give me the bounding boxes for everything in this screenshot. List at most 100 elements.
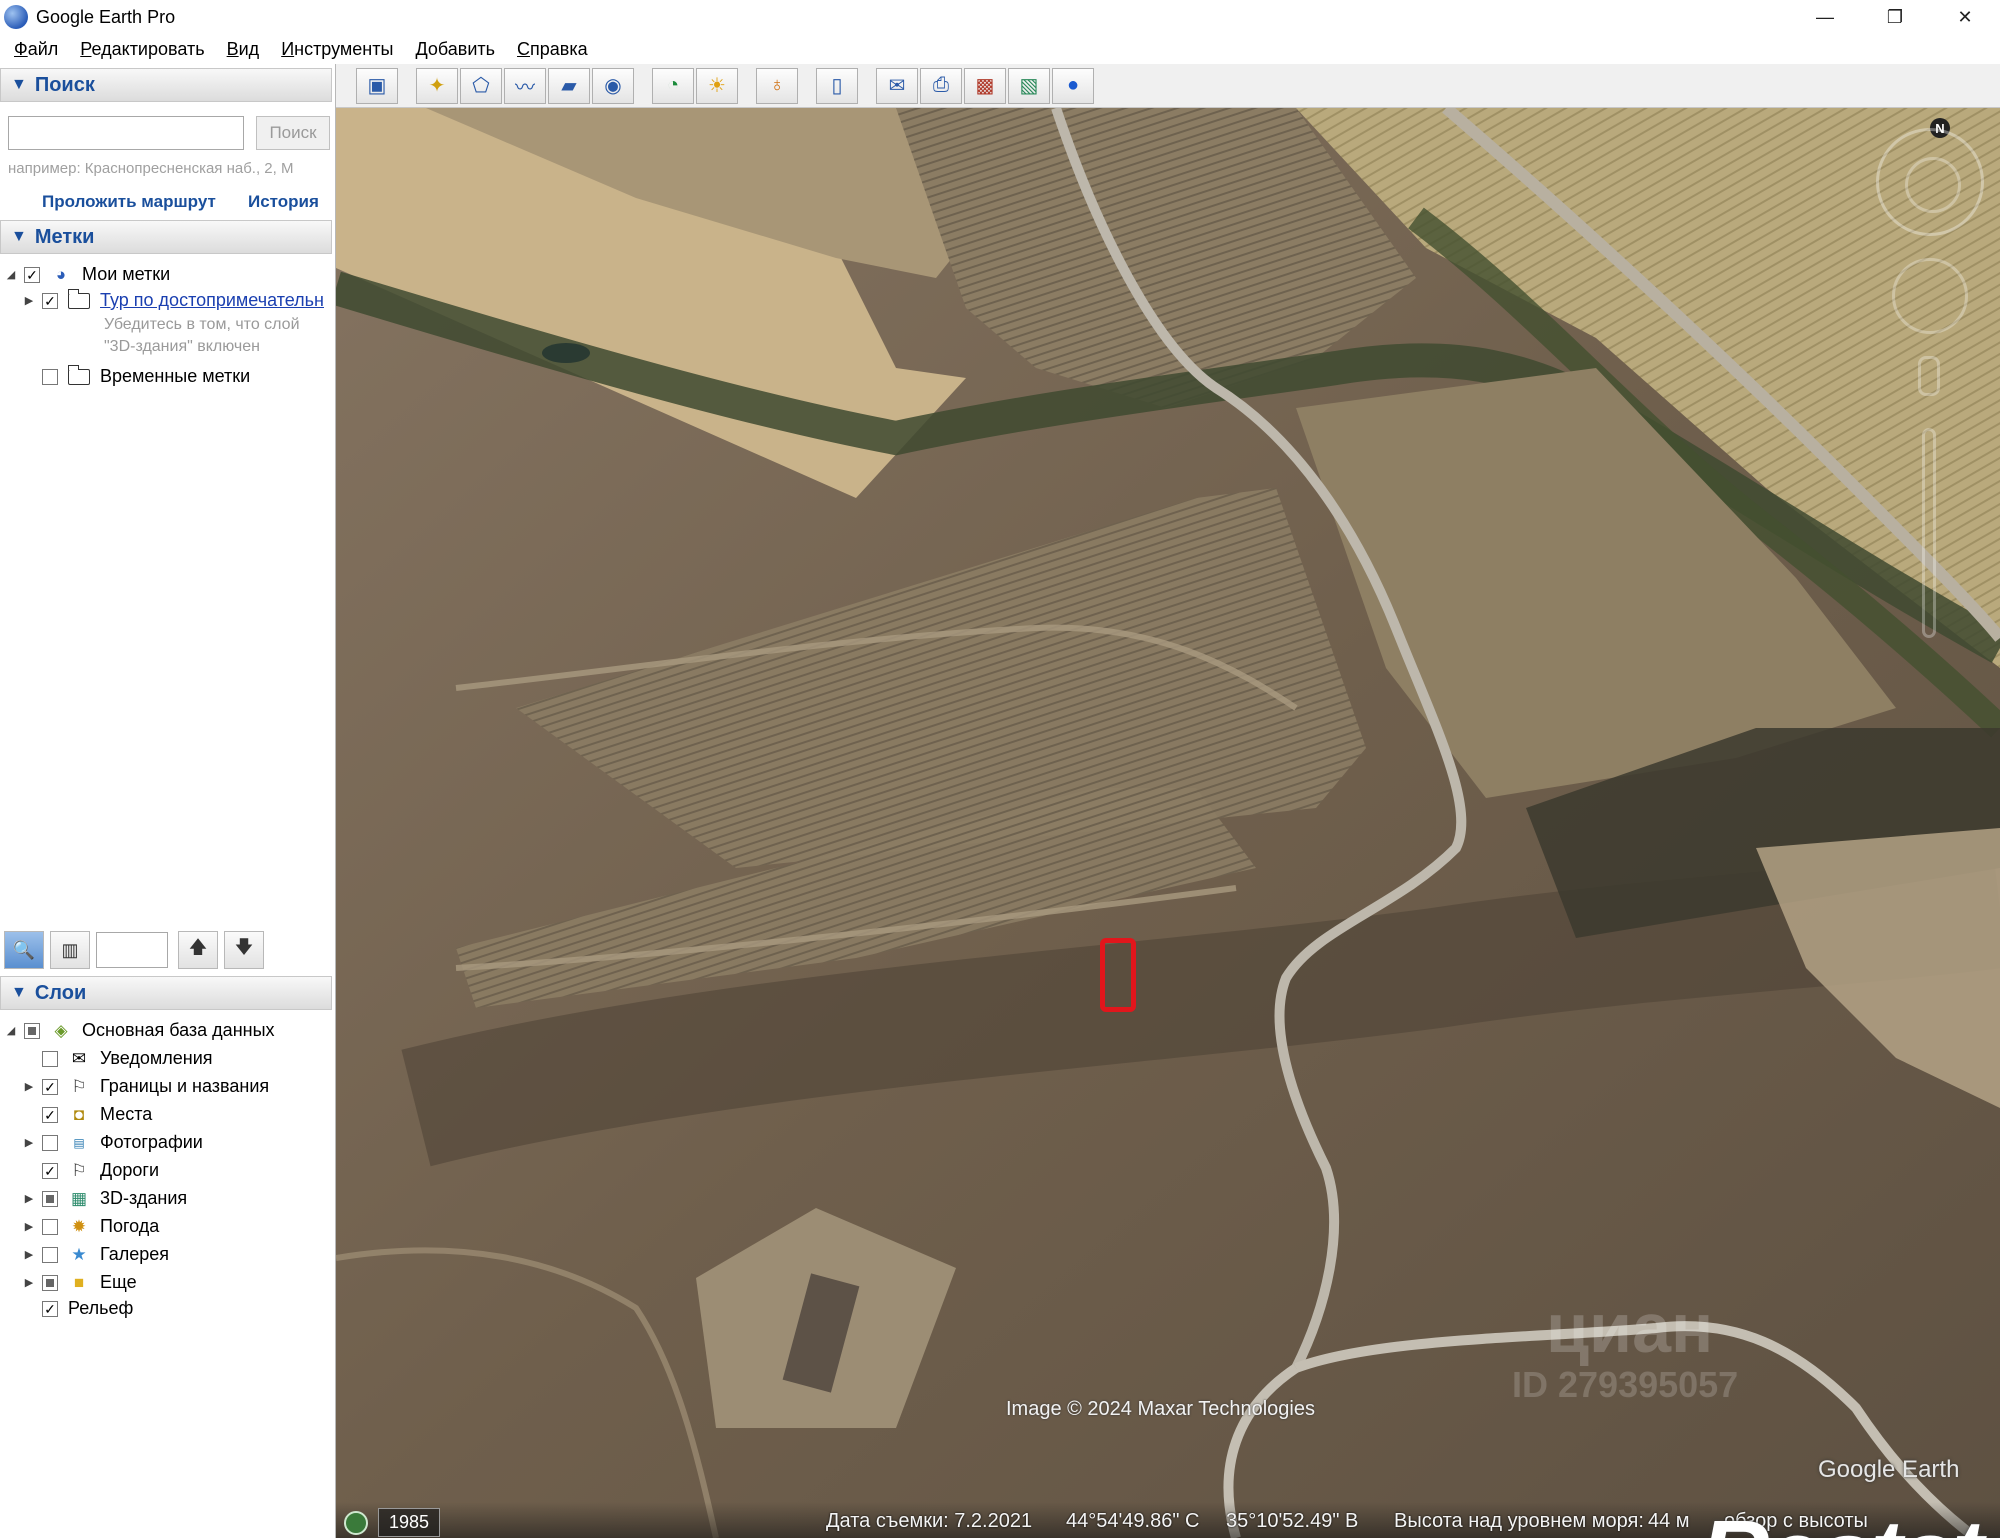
earth-icon[interactable]: ●: [1052, 67, 1094, 104]
move-up-button[interactable]: 🡅: [178, 931, 218, 969]
layer-places[interactable]: ✓ ◘ Места: [22, 1104, 152, 1125]
layers-icon: ◈: [54, 1020, 68, 1040]
search-input[interactable]: [8, 116, 244, 150]
maps-icon[interactable]: ▧: [1008, 67, 1050, 104]
title-bar: Google Earth Pro — ❐ ✕: [0, 0, 2000, 34]
route-link[interactable]: Проложить маршрут: [42, 192, 216, 212]
places-item-label[interactable]: Тур по достопримечательн: [100, 290, 324, 311]
search-panel-header[interactable]: ▼ Поиск: [0, 68, 332, 102]
save-image-icon[interactable]: ▩: [964, 67, 1006, 104]
layer-terrain[interactable]: ✓ Рельеф: [22, 1298, 133, 1319]
ruler-icon[interactable]: ▯: [816, 67, 858, 104]
email-icon[interactable]: ✉: [876, 67, 918, 104]
layer-label: Места: [100, 1104, 153, 1124]
elevation-value: 44 м: [1648, 1510, 1690, 1532]
layer-more[interactable]: ▶ ■ Еще: [22, 1272, 137, 1293]
checkbox[interactable]: [42, 1190, 58, 1207]
checkbox[interactable]: ✓: [42, 1106, 58, 1123]
layer-borders[interactable]: ▶ ✓ ⚐ Границы и названия: [22, 1076, 269, 1097]
expand-arrow-icon[interactable]: ▶: [22, 1192, 36, 1205]
listing-id-watermark: ID 279395057: [1512, 1364, 1739, 1405]
print-icon[interactable]: ⎙: [920, 67, 962, 104]
expand-arrow-icon[interactable]: ▶: [22, 294, 36, 307]
note-icon: ■: [73, 1272, 85, 1292]
satellite-imagery: [336, 108, 2000, 1538]
menu-edit[interactable]: Редактировать: [80, 39, 204, 60]
historical-imagery-control[interactable]: 1985: [344, 1508, 441, 1537]
expand-arrow-icon[interactable]: ▶: [22, 1276, 36, 1289]
places-panel-header[interactable]: ▼ Метки: [0, 220, 332, 254]
panel-toggle-button[interactable]: ▥: [50, 931, 90, 969]
menu-add[interactable]: Добавить: [415, 39, 495, 60]
move-down-button[interactable]: 🡇: [224, 931, 264, 969]
menu-view[interactable]: Вид: [227, 39, 260, 60]
folder-icon: [68, 288, 90, 311]
layer-weather[interactable]: ▶ ✹ Погода: [22, 1216, 159, 1237]
menu-tools[interactable]: Инструменты: [281, 39, 393, 60]
expand-arrow-icon[interactable]: ▶: [22, 1248, 36, 1261]
close-button[interactable]: ✕: [1930, 0, 2000, 34]
road-icon: ⚐: [71, 1160, 87, 1180]
checkbox[interactable]: [42, 1134, 58, 1151]
checkbox[interactable]: [42, 1274, 58, 1291]
map-viewport[interactable]: N циан ID 279395057 Image © 2024 Maxar T…: [336, 108, 2000, 1538]
window-controls: — ❐ ✕: [1790, 0, 2000, 34]
street-view-pegman-icon[interactable]: [1918, 356, 1940, 396]
layer-3d-buildings[interactable]: ▶ ▦ 3D-здания: [22, 1188, 187, 1209]
navigation-ring[interactable]: [1876, 128, 1984, 236]
minimize-button[interactable]: —: [1790, 0, 1860, 34]
layer-label: Фотографии: [100, 1132, 203, 1152]
sidebar-icon[interactable]: ▣: [356, 67, 398, 104]
restore-button[interactable]: ❐: [1860, 0, 1930, 34]
look-joystick[interactable]: [1892, 258, 1968, 334]
layer-primary-database[interactable]: ◢ ◈ Основная база данных: [4, 1020, 275, 1041]
layer-photos[interactable]: ▶ ▤ Фотографии: [22, 1132, 203, 1153]
menu-file[interactable]: Файл: [14, 39, 58, 60]
layer-gallery[interactable]: ▶ ★ Галерея: [22, 1244, 169, 1265]
placemark-icon[interactable]: ✦: [416, 67, 458, 104]
layers-panel-header[interactable]: ▼ Слои: [0, 976, 332, 1010]
history-icon[interactable]: ◔: [652, 67, 694, 104]
places-filter-field[interactable]: [96, 932, 168, 968]
search-magnifier-button[interactable]: 🔍: [4, 931, 44, 969]
imagery-year[interactable]: 1985: [378, 1508, 441, 1537]
tour-icon[interactable]: ◉: [592, 67, 634, 104]
overlay-icon[interactable]: ▰: [548, 67, 590, 104]
collapse-arrow-icon[interactable]: ◢: [4, 1024, 18, 1037]
layer-notifications[interactable]: ✉ Уведомления: [22, 1048, 213, 1069]
checkbox[interactable]: ✓: [42, 292, 58, 309]
places-item-tour[interactable]: ▶ ✓ Тур по достопримечательн: [22, 288, 324, 311]
checkbox[interactable]: [42, 368, 58, 385]
search-panel-title: Поиск: [34, 73, 95, 96]
expand-arrow-icon[interactable]: ▶: [22, 1136, 36, 1149]
restate-watermark: Restate: [1700, 1500, 2000, 1538]
polygon-icon[interactable]: ⬠: [460, 67, 502, 104]
folder-icon: [68, 364, 90, 387]
zoom-slider[interactable]: [1922, 428, 1936, 638]
expand-arrow-icon[interactable]: ▶: [22, 1080, 36, 1093]
collapse-arrow-icon[interactable]: ◢: [4, 268, 18, 281]
longitude-readout: 35°10'52.49" В: [1226, 1510, 1359, 1532]
history-link[interactable]: История: [248, 192, 319, 212]
places-item-my-places[interactable]: ◢ ✓ ◕ Мои метки: [4, 264, 170, 285]
checkbox[interactable]: [24, 1022, 40, 1039]
checkbox[interactable]: ✓: [24, 266, 40, 283]
menu-help[interactable]: Справка: [517, 39, 588, 60]
search-button[interactable]: Поиск: [256, 116, 330, 150]
checkbox[interactable]: ✓: [42, 1300, 58, 1317]
checkbox[interactable]: ✓: [42, 1162, 58, 1179]
checkbox[interactable]: [42, 1218, 58, 1235]
checkbox[interactable]: [42, 1050, 58, 1067]
layer-roads[interactable]: ✓ ⚐ Дороги: [22, 1160, 159, 1181]
expand-arrow-icon[interactable]: ▶: [22, 1220, 36, 1233]
globe-icon: ◕: [55, 264, 67, 284]
sun-icon[interactable]: ☀: [696, 67, 738, 104]
clock-icon[interactable]: [344, 1510, 368, 1535]
checkbox[interactable]: [42, 1246, 58, 1263]
checkbox[interactable]: ✓: [42, 1078, 58, 1095]
layer-label: Дороги: [100, 1160, 160, 1180]
places-item-temporary[interactable]: Временные метки: [22, 364, 250, 387]
latitude-readout: 44°54'49.86" С: [1066, 1510, 1200, 1532]
path-icon[interactable]: 〰: [504, 67, 546, 104]
planets-icon[interactable]: ♁: [756, 67, 798, 104]
